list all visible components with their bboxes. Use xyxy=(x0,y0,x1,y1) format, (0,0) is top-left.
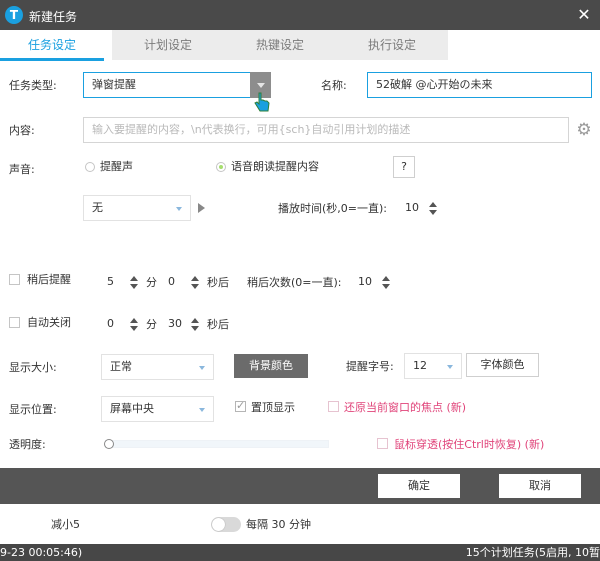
status-left-text: 9-23 00:05:46) xyxy=(0,546,83,559)
ok-button[interactable]: 确定 xyxy=(378,474,460,498)
font-color-button[interactable]: 字体颜色 xyxy=(466,353,539,377)
content-label: 内容: xyxy=(9,124,35,137)
sound-label: 声音: xyxy=(9,163,35,176)
snooze-count-value: 10 xyxy=(358,275,372,288)
font-size-value: 12 xyxy=(413,359,427,372)
snooze-seconds-value: 0 xyxy=(168,275,175,288)
sound-file-select[interactable]: 无 xyxy=(83,195,191,221)
display-size-value: 正常 xyxy=(110,360,132,373)
app-logo-icon: T xyxy=(5,6,23,24)
background-item-label: 减小5 xyxy=(51,518,80,531)
snooze-label: 稍后提醒 xyxy=(27,273,71,286)
snooze-minutes-value: 5 xyxy=(107,275,114,288)
spin-arrows-icon[interactable] xyxy=(191,273,199,291)
snooze-count-stepper[interactable]: 10 xyxy=(352,271,394,293)
position-select[interactable]: 屏幕中央 xyxy=(101,396,214,422)
name-input[interactable]: 52破解 @心开始の未来 xyxy=(367,72,592,98)
gear-icon[interactable]: ⚙ xyxy=(575,121,593,139)
topmost-label: 置顶显示 xyxy=(251,401,295,414)
display-size-select[interactable]: 正常 xyxy=(101,354,214,380)
sound-beep-label: 提醒声 xyxy=(100,160,133,173)
sound-beep-radio[interactable] xyxy=(85,162,95,172)
autoclose-minutes-value: 0 xyxy=(107,317,114,330)
autoclose-minutes-stepper[interactable]: 0 xyxy=(101,313,141,335)
snooze-checkbox[interactable] xyxy=(9,274,20,285)
spin-arrows-icon[interactable] xyxy=(382,273,390,291)
task-type-select[interactable]: 弹窗提醒 xyxy=(83,72,271,98)
background-interval-text: 每隔 30 分钟 xyxy=(246,518,311,531)
task-type-value: 弹窗提醒 xyxy=(92,78,136,91)
autoclose-seconds-unit: 秒后 xyxy=(207,318,229,331)
name-label: 名称: xyxy=(321,79,347,92)
spin-arrows-icon[interactable] xyxy=(429,199,437,217)
position-value: 屏幕中央 xyxy=(110,402,154,415)
hand-pointer-icon xyxy=(254,92,270,112)
status-bar: 9-23 00:05:46) 15个计划任务(5启用, 10暂 xyxy=(0,544,600,561)
background-window-row: 减小5 每隔 30 分钟 xyxy=(0,504,600,544)
restore-focus-label: 还原当前窗口的焦点 (新) xyxy=(344,401,467,414)
play-time-value: 10 xyxy=(405,201,419,214)
sound-tts-label: 语音朗读提醒内容 xyxy=(231,160,319,173)
autoclose-minutes-unit: 分 xyxy=(146,318,157,331)
background-color-button[interactable]: 背景颜色 xyxy=(234,354,308,378)
spin-arrows-icon[interactable] xyxy=(191,315,199,333)
content-placeholder: 输入要提醒的内容，\n代表换行，可用{sch}自动引用计划的描述 xyxy=(92,123,411,136)
chevron-down-icon xyxy=(176,207,182,211)
opacity-slider-track[interactable] xyxy=(105,440,329,448)
autoclose-seconds-stepper[interactable]: 30 xyxy=(162,313,202,335)
tab-schedule-settings[interactable]: 计划设定 xyxy=(112,30,224,60)
tab-execution-settings[interactable]: 执行设定 xyxy=(336,30,448,60)
autoclose-label: 自动关闭 xyxy=(27,316,71,329)
close-button[interactable]: ✕ xyxy=(574,5,594,25)
tab-task-settings[interactable]: 任务设定 xyxy=(0,30,104,60)
snooze-seconds-stepper[interactable]: 0 xyxy=(162,271,202,293)
autoclose-checkbox[interactable] xyxy=(9,317,20,328)
cancel-button[interactable]: 取消 xyxy=(499,474,581,498)
help-button[interactable]: ? xyxy=(393,156,415,178)
sound-tts-radio[interactable] xyxy=(216,162,226,172)
snooze-count-label: 稍后次数(0=一直): xyxy=(247,276,342,289)
active-tab-indicator xyxy=(0,58,104,61)
chevron-down-icon xyxy=(199,366,205,370)
spin-arrows-icon[interactable] xyxy=(130,315,138,333)
click-through-label: 鼠标穿透(按住Ctrl时恢复) (新) xyxy=(394,438,545,451)
opacity-slider-thumb[interactable] xyxy=(104,439,114,449)
snooze-minutes-stepper[interactable]: 5 xyxy=(101,271,141,293)
snooze-seconds-unit: 秒后 xyxy=(207,276,229,289)
display-size-label: 显示大小: xyxy=(9,361,57,374)
restore-focus-checkbox[interactable] xyxy=(328,401,339,412)
window-title: 新建任务 xyxy=(29,10,78,24)
chevron-down-icon xyxy=(199,408,205,412)
topmost-checkbox[interactable] xyxy=(235,399,246,412)
name-value: 52破解 @心开始の未来 xyxy=(376,78,493,91)
opacity-label: 透明度: xyxy=(9,438,46,451)
title-bar: T 新建任务 ✕ xyxy=(0,0,600,30)
play-time-label: 播放时间(秒,0=一直): xyxy=(278,202,388,215)
dialog-footer: 确定 取消 xyxy=(0,468,600,504)
font-size-select[interactable]: 12 xyxy=(404,353,462,379)
font-size-label: 提醒字号: xyxy=(346,360,394,373)
play-time-stepper[interactable]: 10 xyxy=(399,197,441,219)
play-icon[interactable] xyxy=(198,203,205,213)
tab-hotkey-settings[interactable]: 热键设定 xyxy=(224,30,336,60)
sound-file-value: 无 xyxy=(92,201,103,214)
spin-arrows-icon[interactable] xyxy=(130,273,138,291)
click-through-checkbox[interactable] xyxy=(377,438,388,449)
status-right-text: 15个计划任务(5启用, 10暂 xyxy=(465,546,600,559)
background-toggle[interactable] xyxy=(211,517,241,532)
task-type-label: 任务类型: xyxy=(9,79,57,92)
position-label: 显示位置: xyxy=(9,403,57,416)
tab-bar: 任务设定 计划设定 热键设定 执行设定 xyxy=(0,30,600,61)
snooze-minutes-unit: 分 xyxy=(146,276,157,289)
chevron-down-icon xyxy=(447,365,453,369)
autoclose-seconds-value: 30 xyxy=(168,317,182,330)
content-input[interactable]: 输入要提醒的内容，\n代表换行，可用{sch}自动引用计划的描述 xyxy=(83,117,569,143)
